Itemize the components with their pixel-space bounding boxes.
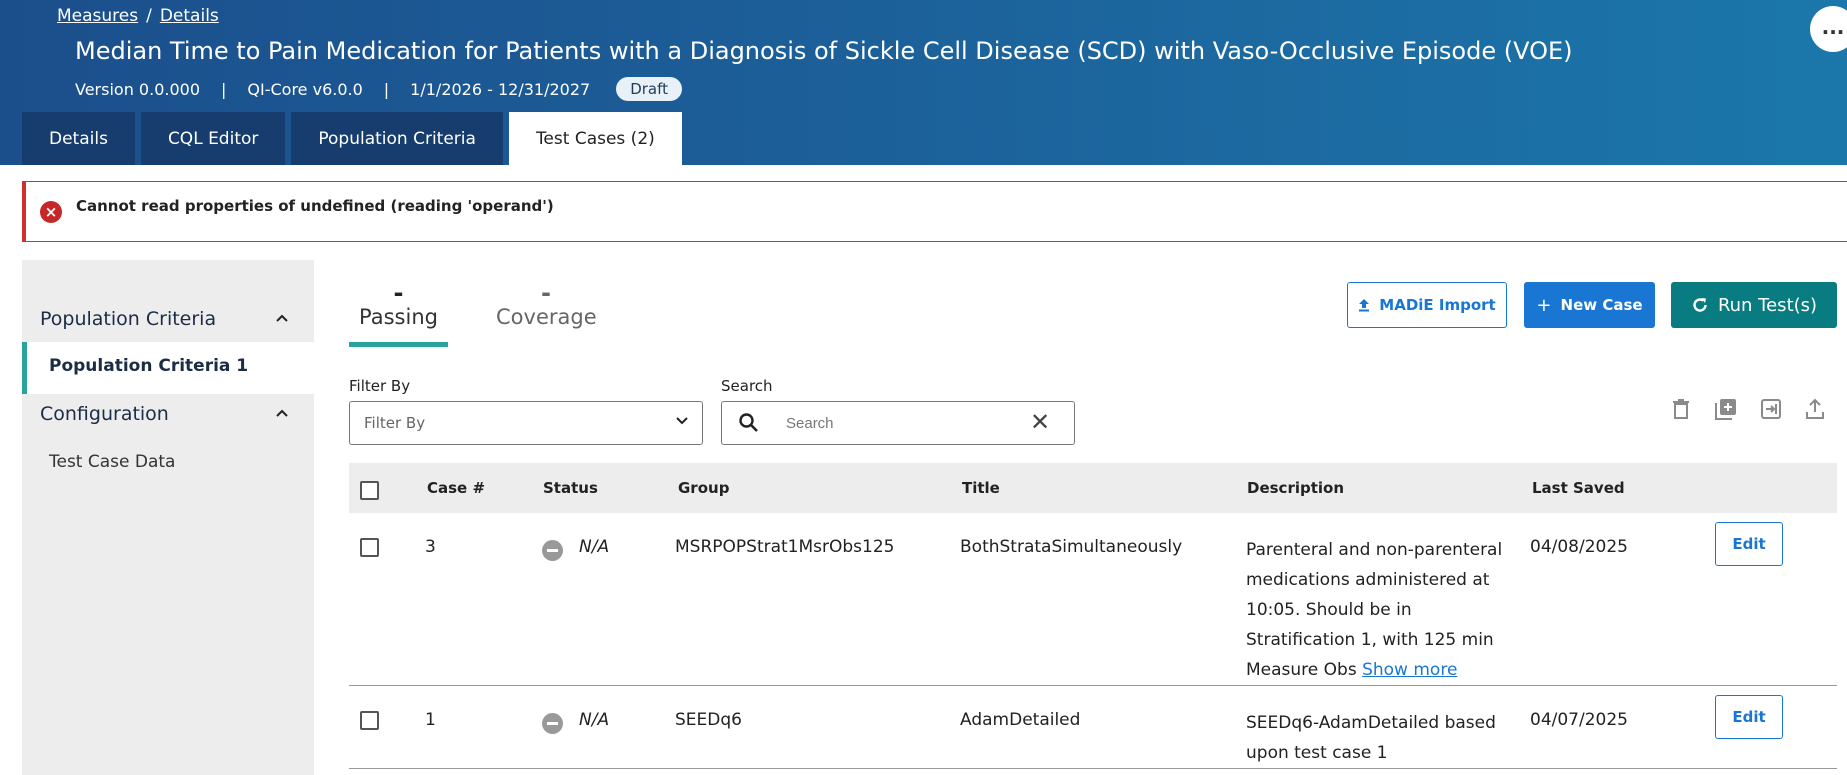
more-icon: ... [1821,15,1845,39]
delete-icon[interactable] [1670,397,1692,421]
export-icon[interactable] [1760,397,1782,421]
more-options-button[interactable]: ... [1810,6,1847,52]
breadcrumb-measures[interactable]: Measures [57,6,138,26]
page-title: Median Time to Pain Medication for Patie… [75,37,1573,65]
breadcrumb: Measures / Details [57,6,219,26]
filter-by-label: Filter By [349,377,411,395]
last-saved-cell: 04/08/2025 [1530,537,1628,557]
tab-test-cases[interactable]: Test Cases (2) [508,112,682,165]
new-case-label: New Case [1560,296,1643,314]
clear-search-icon[interactable]: ✕ [1030,408,1050,436]
search-input[interactable] [786,411,1016,435]
header-description[interactable]: Description [1247,479,1344,497]
tab-cql-editor[interactable]: CQL Editor [140,112,286,165]
search-label: Search [721,377,773,395]
page-header: Measures / Details Median Time to Pain Med… [0,0,1847,165]
row-checkbox[interactable] [360,538,379,557]
sidebar-section-configuration[interactable]: Configuration [40,403,169,425]
last-saved-cell: 04/07/2025 [1530,710,1628,730]
run-tests-label: Run Test(s) [1717,294,1818,316]
header-last-saved[interactable]: Last Saved [1532,479,1625,497]
search-box: ✕ [721,401,1075,445]
edit-button[interactable]: Edit [1715,522,1783,566]
madie-import-label: MADiE Import [1379,296,1496,314]
measure-model: QI-Core v6.0.0 [247,79,363,99]
tab-population-criteria[interactable]: Population Criteria [291,112,503,165]
sidebar: Population Criteria Population Criteria … [22,260,314,775]
sidebar-item-test-case-data[interactable]: Test Case Data [49,452,175,472]
plus-icon: + [1536,294,1552,316]
table-toolbar [1670,397,1826,421]
description-text: SEEDq6-AdamDetailed based upon test case… [1246,713,1496,763]
chevron-up-icon[interactable] [274,310,290,330]
header-status[interactable]: Status [543,479,598,497]
new-case-button[interactable]: + New Case [1524,282,1655,328]
breadcrumb-separator: / [146,6,152,26]
table-header: Case # Status Group Title Description La… [349,463,1837,513]
header-group[interactable]: Group [678,479,729,497]
chevron-down-icon [674,412,690,432]
error-x-icon: × [40,201,62,223]
filter-by-select[interactable]: Filter By [349,401,703,445]
case-number: 3 [425,537,436,557]
breadcrumb-details[interactable]: Details [160,6,219,26]
measure-period: 1/1/2026 - 12/31/2027 [410,79,591,99]
passing-tab-indicator [349,342,448,347]
select-all-checkbox[interactable] [360,481,379,500]
show-more-link[interactable]: Show more [1362,660,1457,680]
upload-icon[interactable] [1804,397,1826,421]
title-cell: AdamDetailed [960,710,1081,730]
test-cases-table: Case # Status Group Title Description La… [349,463,1837,769]
not-applicable-icon [542,540,563,561]
coverage-stat[interactable]: - Coverage [496,279,597,329]
search-icon [738,412,760,438]
group-cell: MSRPOPStrat1MsrObs125 [675,537,895,557]
description-cell: Parenteral and non-parenteral medication… [1246,535,1511,685]
group-cell: SEEDq6 [675,710,742,730]
tab-bar: Details CQL Editor Population Criteria T… [22,112,682,165]
status-text: N/A [579,710,610,730]
passing-value: - [393,279,404,307]
description-cell: SEEDq6-AdamDetailed based upon test case… [1246,708,1511,768]
sidebar-item-label: Population Criteria 1 [49,356,249,376]
run-tests-button[interactable]: Run Test(s) [1671,282,1837,328]
error-banner: × Cannot read properties of undefined (r… [22,181,1847,242]
row-checkbox[interactable] [360,711,379,730]
refresh-icon [1693,298,1707,312]
measure-version: Version 0.0.000 [75,79,200,99]
meta-divider: | [221,79,227,99]
error-message: Cannot read properties of undefined (rea… [76,197,554,215]
measure-meta: Version 0.0.000 | QI-Core v6.0.0 | 1/1/2… [75,77,683,101]
filter-by-placeholder: Filter By [364,414,426,432]
status-badge: Draft [616,77,683,101]
sidebar-item-population-criteria-1[interactable]: Population Criteria 1 [22,342,314,394]
madie-import-button[interactable]: MADiE Import [1347,282,1507,328]
upload-icon [1359,299,1370,312]
coverage-label: Coverage [496,305,597,329]
not-applicable-icon [542,713,563,734]
sidebar-section-population-criteria[interactable]: Population Criteria [40,308,216,330]
description-text: Parenteral and non-parenteral medication… [1246,540,1503,680]
case-number: 1 [425,710,436,730]
tab-details[interactable]: Details [22,112,135,165]
passing-label: Passing [359,305,438,329]
status-text: N/A [579,537,610,557]
edit-button[interactable]: Edit [1715,695,1783,739]
table-row: 3 N/A MSRPOPStrat1MsrObs125 BothStrataSi… [349,513,1837,686]
title-cell: BothStrataSimultaneously [960,537,1183,557]
table-row: 1 N/A SEEDq6 AdamDetailed SEEDq6-AdamDet… [349,686,1837,769]
header-title[interactable]: Title [962,479,1000,497]
passing-stat[interactable]: - Passing [349,279,448,329]
header-case-number[interactable]: Case # [427,479,485,497]
add-box-icon[interactable] [1714,397,1738,421]
coverage-value: - [541,279,551,307]
meta-divider: | [383,79,390,99]
chevron-up-icon[interactable] [274,405,290,425]
